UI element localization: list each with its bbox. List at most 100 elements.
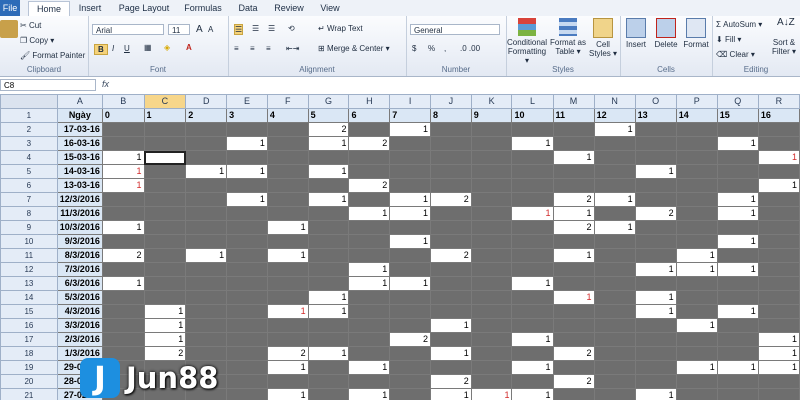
value-cell[interactable]: 1 <box>101 150 145 165</box>
number-column-header[interactable]: 16 <box>757 108 800 123</box>
value-cell[interactable]: 1 <box>634 304 677 319</box>
empty-cell[interactable] <box>430 234 472 249</box>
align-middle-button[interactable]: ☰ <box>252 24 259 33</box>
empty-cell[interactable] <box>470 262 513 277</box>
number-column-header[interactable]: 4 <box>266 108 309 123</box>
column-header-B[interactable]: B <box>101 94 145 109</box>
tab-view[interactable]: View <box>312 1 348 15</box>
underline-button[interactable]: U <box>124 44 130 53</box>
empty-cell[interactable] <box>757 136 800 151</box>
empty-cell[interactable] <box>185 262 228 277</box>
empty-cell[interactable] <box>307 178 350 193</box>
empty-cell[interactable] <box>266 318 309 333</box>
empty-cell[interactable] <box>226 262 268 277</box>
row-header[interactable]: 7 <box>0 192 58 207</box>
empty-cell[interactable] <box>226 248 268 263</box>
empty-cell[interactable] <box>675 234 718 249</box>
empty-cell[interactable] <box>552 178 595 193</box>
column-header-C[interactable]: C <box>143 94 187 109</box>
tab-page-layout[interactable]: Page Layout <box>112 1 176 15</box>
date-cell[interactable]: 10/3/2016 <box>56 220 103 235</box>
empty-cell[interactable] <box>593 248 636 263</box>
row-header[interactable]: 20 <box>0 374 58 389</box>
empty-cell[interactable] <box>675 346 718 361</box>
empty-cell[interactable] <box>675 136 718 151</box>
value-cell[interactable]: 1 <box>511 332 554 347</box>
row-header[interactable]: 6 <box>0 178 58 193</box>
empty-cell[interactable] <box>348 122 391 137</box>
value-cell[interactable]: 2 <box>348 178 391 193</box>
number-column-header[interactable]: 0 <box>101 108 145 123</box>
column-header-L[interactable]: L <box>511 94 554 109</box>
empty-cell[interactable] <box>143 248 187 263</box>
empty-cell[interactable] <box>470 178 513 193</box>
value-cell[interactable]: 2 <box>101 248 145 263</box>
empty-cell[interactable] <box>430 304 472 319</box>
empty-cell[interactable] <box>185 276 228 291</box>
wrap-text-button[interactable]: ↵ Wrap Text <box>318 24 363 33</box>
row-header[interactable]: 14 <box>0 290 58 305</box>
empty-cell[interactable] <box>266 178 309 193</box>
empty-cell[interactable] <box>266 262 309 277</box>
value-cell[interactable]: 1 <box>716 136 759 151</box>
sort-filter-button[interactable]: A↓Z Sort & Filter ▾ <box>768 18 800 57</box>
empty-cell[interactable] <box>266 206 309 221</box>
value-cell[interactable]: 1 <box>552 150 595 165</box>
date-cell[interactable]: 5/3/2016 <box>56 290 103 305</box>
empty-cell[interactable] <box>226 360 268 375</box>
empty-cell[interactable] <box>470 122 513 137</box>
empty-cell[interactable] <box>634 248 677 263</box>
conditional-formatting-button[interactable]: Conditional Formatting ▾ <box>506 18 548 65</box>
empty-cell[interactable] <box>101 136 145 151</box>
empty-cell[interactable] <box>266 332 309 347</box>
number-format-select[interactable]: General <box>410 24 500 35</box>
empty-cell[interactable] <box>430 290 472 305</box>
empty-cell[interactable] <box>185 290 228 305</box>
empty-cell[interactable] <box>716 318 759 333</box>
empty-cell[interactable] <box>470 276 513 291</box>
empty-cell[interactable] <box>675 374 718 389</box>
delete-cells-button[interactable]: Delete <box>652 18 680 49</box>
value-cell[interactable]: 2 <box>307 122 350 137</box>
empty-cell[interactable] <box>675 332 718 347</box>
row-header[interactable]: 2 <box>0 122 58 137</box>
date-cell[interactable]: 6/3/2016 <box>56 276 103 291</box>
empty-cell[interactable] <box>101 290 145 305</box>
empty-cell[interactable] <box>757 318 800 333</box>
row-header[interactable]: 18 <box>0 346 58 361</box>
empty-cell[interactable] <box>389 374 431 389</box>
empty-cell[interactable] <box>552 332 595 347</box>
empty-cell[interactable] <box>143 290 187 305</box>
number-column-header[interactable]: 6 <box>348 108 391 123</box>
value-cell[interactable]: 1 <box>675 262 718 277</box>
empty-cell[interactable] <box>101 206 145 221</box>
empty-cell[interactable] <box>716 248 759 263</box>
value-cell[interactable]: 1 <box>226 164 268 179</box>
empty-cell[interactable] <box>348 150 391 165</box>
value-cell[interactable]: 1 <box>757 178 800 193</box>
empty-cell[interactable] <box>593 290 636 305</box>
row-header[interactable]: 19 <box>0 360 58 375</box>
empty-cell[interactable] <box>101 318 145 333</box>
empty-cell[interactable] <box>143 206 187 221</box>
empty-cell[interactable] <box>143 220 187 235</box>
comma-button[interactable]: , <box>444 44 446 53</box>
empty-cell[interactable] <box>430 220 472 235</box>
value-cell[interactable]: 1 <box>634 262 677 277</box>
empty-cell[interactable] <box>307 388 350 400</box>
percent-button[interactable]: % <box>428 44 435 53</box>
empty-cell[interactable] <box>593 164 636 179</box>
value-cell[interactable]: 2 <box>552 192 595 207</box>
empty-cell[interactable] <box>757 388 800 400</box>
empty-cell[interactable] <box>511 192 554 207</box>
empty-cell[interactable] <box>757 374 800 389</box>
empty-cell[interactable] <box>389 262 431 277</box>
empty-cell[interactable] <box>593 276 636 291</box>
column-header-H[interactable]: H <box>348 94 391 109</box>
empty-cell[interactable] <box>307 234 350 249</box>
indent-icon[interactable]: ⇤⇥ <box>286 44 299 53</box>
empty-cell[interactable] <box>348 346 391 361</box>
copy-button[interactable]: ❐ Copy ▾ <box>20 36 54 45</box>
empty-cell[interactable] <box>143 276 187 291</box>
empty-cell[interactable] <box>470 346 513 361</box>
